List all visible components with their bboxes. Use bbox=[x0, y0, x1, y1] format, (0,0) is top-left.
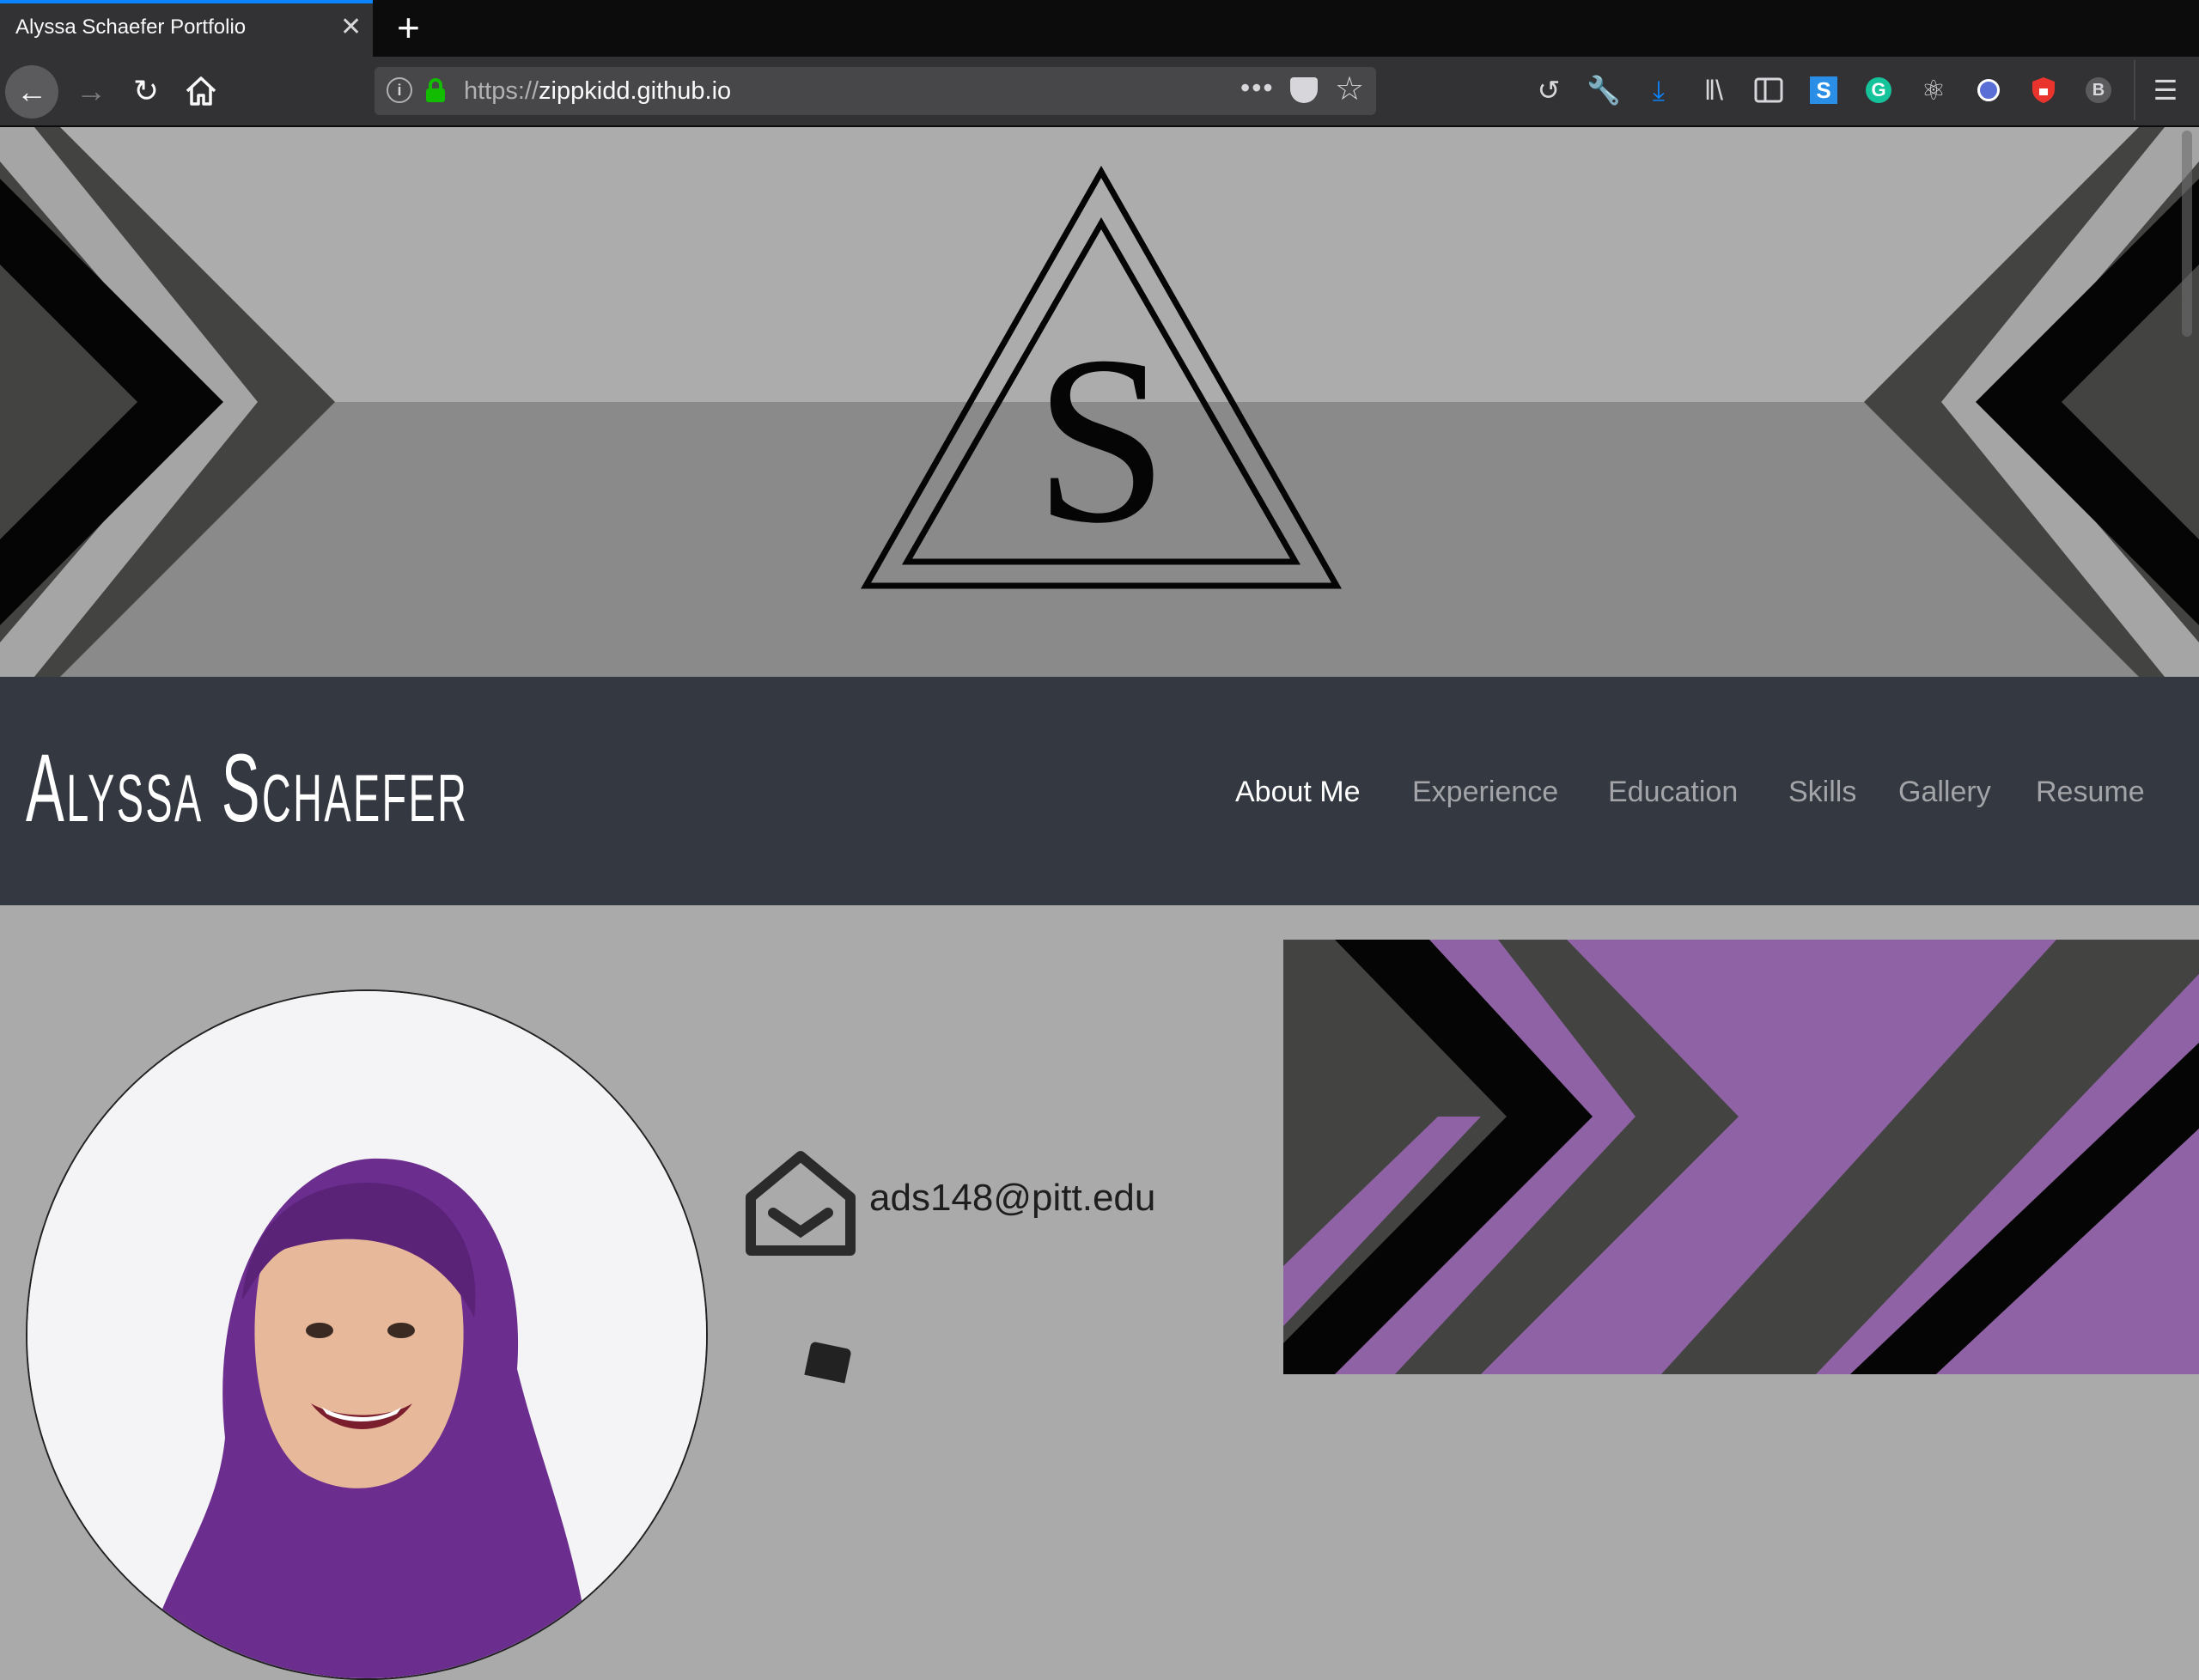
info-icon[interactable]: i bbox=[387, 77, 412, 103]
history-icon[interactable]: ↺ bbox=[1531, 72, 1567, 108]
logo-letter: S bbox=[1034, 306, 1168, 573]
nav-about-me[interactable]: About Me bbox=[1235, 775, 1361, 809]
reload-button[interactable]: ↻ bbox=[127, 74, 165, 108]
decorative-chevron-art bbox=[1283, 940, 2199, 1374]
site-title[interactable]: Alyssa Schaefer bbox=[26, 735, 468, 842]
toolbar-separator bbox=[2134, 60, 2135, 120]
sidebar-icon[interactable] bbox=[1751, 72, 1787, 108]
menu-icon[interactable]: ☰ bbox=[2147, 72, 2184, 108]
back-button[interactable]: ← bbox=[5, 65, 58, 119]
nav-skills[interactable]: Skills bbox=[1788, 775, 1856, 809]
new-tab-button[interactable]: + bbox=[397, 7, 420, 48]
hero-banner: S bbox=[0, 127, 2199, 677]
nav-gallery[interactable]: Gallery bbox=[1898, 775, 1991, 809]
close-tab-icon[interactable]: ✕ bbox=[340, 12, 362, 43]
wrench-icon[interactable]: 🔧 bbox=[1586, 72, 1622, 108]
profile-photo bbox=[26, 989, 708, 1680]
lock-icon[interactable] bbox=[424, 77, 447, 108]
home-button[interactable] bbox=[182, 72, 220, 114]
b-extension-icon[interactable]: B bbox=[2080, 72, 2117, 108]
download-icon[interactable]: ⤓ bbox=[1641, 72, 1677, 108]
block-icon[interactable] bbox=[1971, 72, 2007, 108]
tab-title[interactable]: Alyssa Schaefer Portfolio bbox=[15, 15, 246, 40]
nav-resume[interactable]: Resume bbox=[2036, 775, 2145, 809]
email-address[interactable]: ads148@pitt.edu bbox=[869, 1177, 1155, 1220]
page-scrollbar[interactable] bbox=[2182, 131, 2192, 337]
forward-button[interactable]: → bbox=[72, 74, 110, 108]
url-host: zippkidd.github.io bbox=[539, 77, 732, 105]
url-text[interactable]: https://zippkidd.github.io bbox=[464, 76, 731, 107]
library-icon[interactable]: ‖\ bbox=[1696, 72, 1732, 108]
nav-education[interactable]: Education bbox=[1608, 775, 1738, 809]
pencil-icon bbox=[804, 1341, 852, 1384]
email-icon bbox=[744, 1147, 857, 1265]
react-devtools-icon[interactable]: ⚛ bbox=[1916, 72, 1952, 108]
s-extension-icon[interactable]: S bbox=[1806, 72, 1842, 108]
url-protocol: https:// bbox=[464, 77, 539, 105]
bookmark-star-icon[interactable]: ☆ bbox=[1335, 72, 1364, 107]
nav-experience[interactable]: Experience bbox=[1412, 775, 1558, 809]
grammarly-icon[interactable]: G bbox=[1861, 72, 1897, 108]
shield-icon[interactable] bbox=[2025, 72, 2062, 108]
page-actions-button[interactable]: ••• bbox=[1240, 72, 1275, 104]
tab-accent-line bbox=[0, 0, 373, 3]
home-icon bbox=[186, 76, 216, 106]
